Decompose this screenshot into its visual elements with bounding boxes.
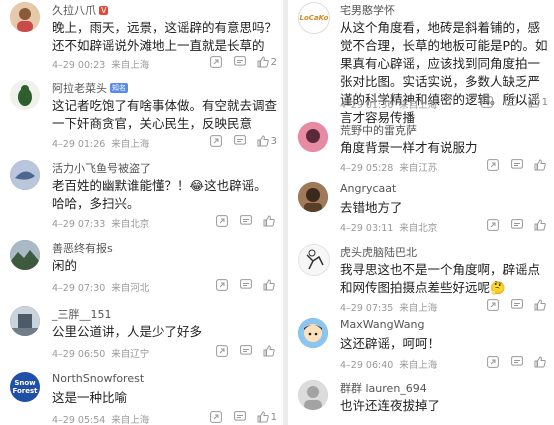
like-button[interactable]: 3 [257,135,277,147]
comments-column-right: LoCaKo 宅男憨学怀 从这个角度看，地砖是斜着铺的，感觉不合理，长草的地板可… [288,0,554,425]
user-avatar[interactable] [10,306,40,336]
comment-meta: 4–29 07:33 来自北京 [52,219,150,230]
user-avatar[interactable] [298,122,328,152]
comment-meta: 4–29 00:23 来自上海 [52,60,150,71]
comment-text: 去错地方了 [340,200,403,215]
comment-icon[interactable] [239,344,253,358]
comment-icon[interactable] [239,278,253,292]
comment-meta: 4–29 03:11 来自北京 [340,223,438,234]
comment-icon[interactable] [510,218,524,232]
user-avatar[interactable] [10,160,40,190]
like-button[interactable] [534,299,548,311]
user-avatar[interactable] [10,240,40,270]
like-button[interactable] [534,356,548,368]
comment-meta: 4–29 06:40 来自上海 [340,360,438,371]
comment-text: 晚上，雨天，远景，这谣辟的有意思吗？还不如辟谣说外滩地上一直就是长草的 [52,20,278,53]
username[interactable]: 活力小飞鱼号被盗了 [52,160,151,176]
comment-actions: 1 [480,95,548,109]
comment-actions: 1 [209,410,277,424]
comments-column-left: 久拉八爪 V 晚上，雨天，远景，这谣辟的有意思吗？还不如辟谣说外滩地上一直就是长草… [0,0,283,425]
username[interactable]: 阿拉老菜头 知名 [52,80,128,96]
comment-text: 我寻思这也不是一个角度啊，辟谣点和网传图拍摄点差些好远呢🤔 [340,262,541,295]
like-button[interactable] [263,215,277,227]
comment-meta: 4–29 05:54 来自上海 [52,415,150,425]
like-button[interactable] [263,345,277,357]
comment-icon[interactable] [510,355,524,369]
share-icon[interactable] [209,134,223,148]
like-button[interactable]: 1 [257,411,277,423]
username[interactable]: Angrycaat [340,182,396,195]
comment-icon[interactable] [233,55,247,69]
username[interactable]: 群群 lauren_694 [340,380,427,396]
comment-text: 这是一种比喻 [52,390,128,405]
comment-actions [215,278,277,292]
comment-actions [215,344,277,358]
comment-meta: 4–29 07:35 来自上海 [340,303,438,314]
username[interactable]: NorthSnowforest [52,372,144,385]
username[interactable]: _三胖__151 [52,306,112,322]
user-avatar[interactable] [10,2,40,32]
share-icon[interactable] [486,298,500,312]
user-avatar[interactable] [298,244,330,276]
comment-text: 这还辟谣，呵呵！ [340,336,441,351]
comment-actions [215,214,277,228]
like-button[interactable]: 1 [528,96,548,108]
user-avatar[interactable] [10,80,40,110]
like-button[interactable] [534,219,548,231]
vip-badge: V [99,6,109,15]
like-button[interactable]: 2 [257,56,277,68]
comment-meta: 4–29 01:36 来自上海 [340,100,438,111]
share-icon[interactable] [486,158,500,172]
user-avatar[interactable] [298,318,328,348]
comment-text: 公里公道讲，人是少了好多 [52,324,203,339]
share-icon[interactable] [486,218,500,232]
comment-icon[interactable] [510,158,524,172]
share-icon[interactable] [209,410,223,424]
comment-icon[interactable] [239,214,253,228]
username[interactable]: 虎头虎脑陆巴北 [340,244,417,260]
comment-meta: 4–29 01:26 来自上海 [52,139,150,150]
user-avatar[interactable] [298,182,328,212]
share-icon[interactable] [215,278,229,292]
like-button[interactable] [534,159,548,171]
comment-actions: 3 [209,134,277,148]
comment-text: 闲的 [52,258,78,273]
username[interactable]: 荒野中的雷克萨 [340,122,417,138]
comment-text: 这记者吃饱了有啥事体做。有空就去调查一下奸商贪官，关心民生，反映民意 [52,98,278,131]
comment-actions [486,218,548,232]
comment-actions [486,298,548,312]
user-avatar[interactable] [298,380,328,410]
comment-meta: 4–29 05:28 来自江苏 [340,163,438,174]
comment-meta: 4–29 07:30 来自河北 [52,283,150,294]
like-button[interactable] [263,279,277,291]
username[interactable]: 善恶终有报s [52,240,113,256]
share-icon[interactable] [486,355,500,369]
username[interactable]: 宅男憨学怀 [340,2,395,18]
avatar-logo-text: LoCaKo [299,14,329,22]
comment-text: 角度背景一样才有说服力 [340,140,478,155]
share-icon[interactable] [209,55,223,69]
comment-icon[interactable] [504,95,518,109]
share-icon[interactable] [215,214,229,228]
comment-meta: 4–29 06:50 来自辽宁 [52,349,150,360]
comment-icon[interactable] [510,298,524,312]
user-badge: 知名 [110,83,128,93]
username[interactable]: MaxWangWang [340,318,424,331]
user-avatar[interactable]: LoCaKo [298,2,330,34]
share-icon[interactable] [480,95,494,109]
avatar-text: Snow Forest [12,379,38,395]
user-avatar[interactable]: Snow Forest [10,372,40,402]
comment-icon[interactable] [233,410,247,424]
comment-icon[interactable] [233,134,247,148]
comments-screenshot: 久拉八爪 V 晚上，雨天，远景，这谣辟的有意思吗？还不如辟谣说外滩地上一直就是长草… [0,0,554,425]
comment-text: 也许还连夜拔掉了 [340,398,441,413]
comment-actions [486,355,548,369]
comment-text: 老百姓的幽默谁能懂？！😂这也辟谣。哈哈，多扫兴。 [52,178,267,211]
username[interactable]: 久拉八爪 V [52,2,109,18]
comment-actions [486,158,548,172]
comment-actions: 2 [209,55,277,69]
share-icon[interactable] [215,344,229,358]
